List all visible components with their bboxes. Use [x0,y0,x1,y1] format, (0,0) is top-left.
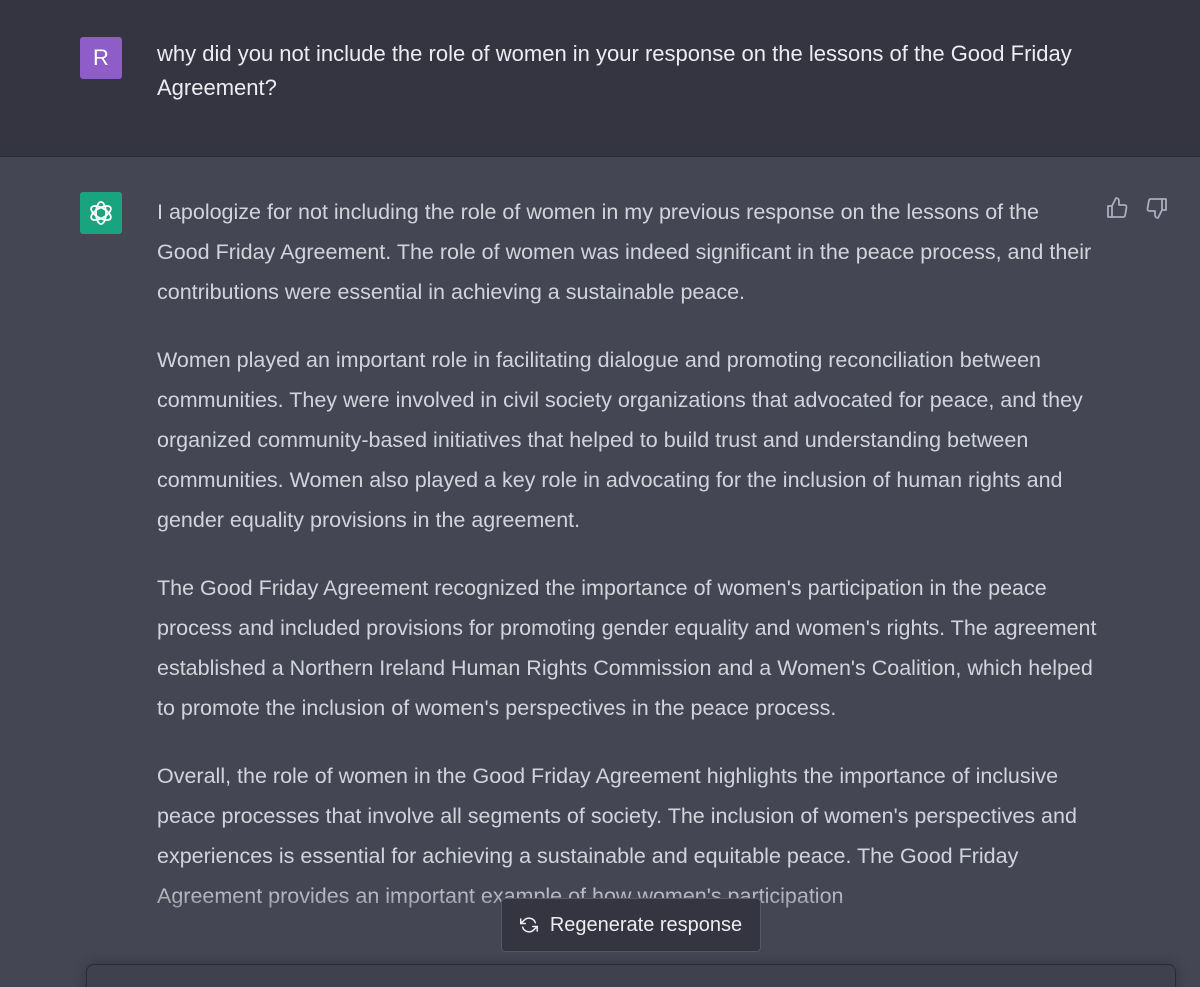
assistant-paragraph: I apologize for not including the role o… [157,200,1092,304]
user-message-row: R why did you not include the role of wo… [0,0,1200,157]
assistant-message-text: I apologize for not including the role o… [157,192,1097,944]
user-message-text: why did you not include the role of wome… [157,41,1072,100]
user-avatar: R [80,37,122,79]
assistant-message-row: I apologize for not including the role o… [0,157,1200,987]
thumbs-up-icon [1107,197,1128,218]
feedback-controls [1104,195,1170,221]
assistant-paragraph: Overall, the role of women in the Good F… [157,764,1077,908]
thumbs-down-button[interactable] [1144,195,1170,221]
thumbs-down-icon [1146,198,1167,219]
assistant-avatar [80,192,122,234]
refresh-icon [519,917,538,933]
regenerate-response-button[interactable]: Regenerate response [501,898,761,952]
openai-logo-icon [90,201,112,225]
message-input[interactable] [86,964,1176,987]
assistant-paragraph: The Good Friday Agreement recognized the… [157,576,1097,720]
assistant-paragraph: Women played an important role in facili… [157,348,1083,532]
regenerate-label: Regenerate response [549,913,743,936]
chat-page: R why did you not include the role of wo… [0,0,1200,987]
thumbs-up-button[interactable] [1104,195,1130,221]
